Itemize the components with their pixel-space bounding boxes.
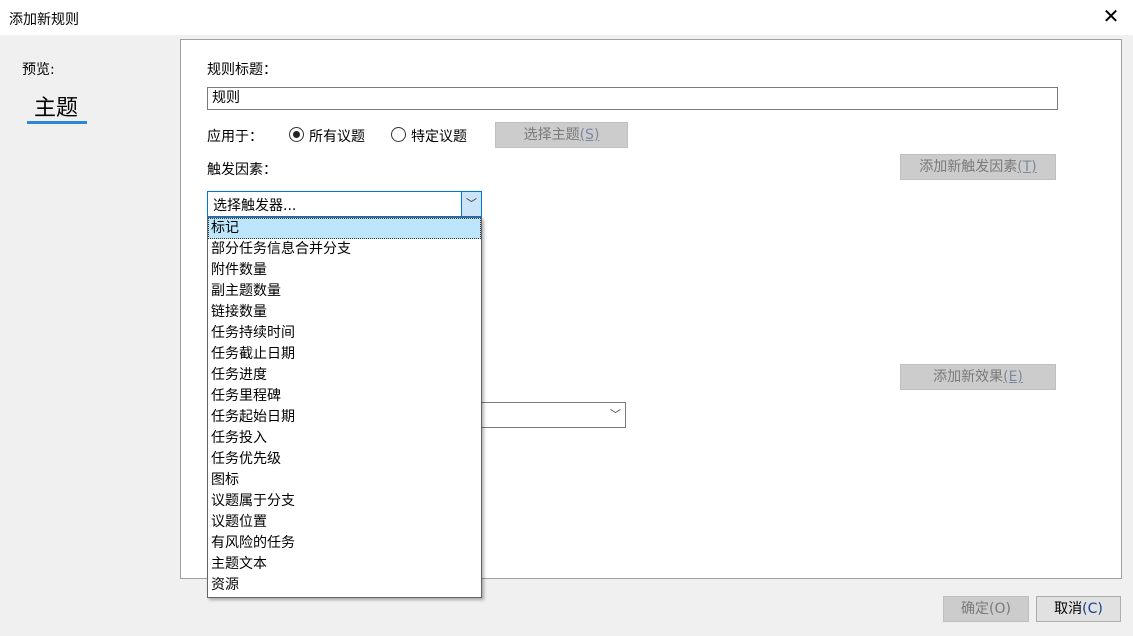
trigger-option[interactable]: 议题属于分支 [208,491,481,512]
radio-specific-topics[interactable] [391,127,406,142]
preview-theme: 主题 [34,90,78,122]
select-topic-key: (S) [580,127,600,143]
trigger-option[interactable]: 议题位置 [208,512,481,533]
trigger-dropdown-list: 标记部分任务信息合并分支附件数量副主题数量链接数量任务持续时间任务截止日期任务进… [207,217,482,598]
ok-button[interactable]: 确定(O) [943,596,1029,622]
trigger-option[interactable]: 任务起始日期 [208,407,481,428]
preview-underline [27,121,87,124]
select-topic-button[interactable]: 选择主题(S) [495,122,628,148]
cancel-label: 取消 [1054,601,1082,617]
trigger-option[interactable]: 部分任务信息合并分支 [208,239,481,260]
trigger-option[interactable]: 链接数量 [208,302,481,323]
ok-key: (O) [989,601,1011,617]
add-effect-key: (E) [1003,369,1023,385]
trigger-option[interactable]: 附件数量 [208,260,481,281]
trigger-option[interactable]: 任务截止日期 [208,344,481,365]
trigger-option[interactable]: 主题文本 [208,554,481,575]
close-icon[interactable]: ✕ [1100,4,1122,28]
trigger-option[interactable]: 任务优先级 [208,449,481,470]
trigger-option[interactable]: 任务持续时间 [208,323,481,344]
rule-title-label: 规则标题： [207,59,277,79]
chevron-down-icon: ﹀ [610,406,621,422]
add-effect-label: 添加新效果 [933,369,1003,385]
add-trigger-label: 添加新触发因素 [919,159,1017,175]
radio-all-topics[interactable] [289,127,304,142]
rule-title-input[interactable]: 规则 [207,87,1058,110]
trigger-option[interactable]: 任务进度 [208,365,481,386]
trigger-option[interactable]: 标记 [208,218,481,239]
radio-specific-label: 特定议题 [411,126,467,146]
trigger-option[interactable]: 副主题数量 [208,281,481,302]
add-trigger-button[interactable]: 添加新触发因素(T) [900,154,1056,180]
trigger-option[interactable]: 任务里程碑 [208,386,481,407]
trigger-combo[interactable]: 选择触发器... ﹀ [207,191,482,217]
chevron-down-icon[interactable]: ﹀ [461,192,481,216]
apply-label: 应用于： [207,126,263,146]
trigger-combo-text: 选择触发器... [213,195,296,215]
dialog-title: 添加新规则 [9,9,79,29]
title-bar [0,0,1133,35]
preview-label: 预览: [22,59,55,79]
trigger-option[interactable]: 资源 [208,575,481,596]
radio-all-label: 所有议题 [309,126,365,146]
cancel-button[interactable]: 取消(C) [1036,596,1121,622]
trigger-option[interactable]: 图标 [208,470,481,491]
trigger-label: 触发因素： [207,159,277,179]
ok-label: 确定 [961,601,989,617]
add-trigger-key: (T) [1017,159,1036,175]
trigger-option[interactable]: 有风险的任务 [208,533,481,554]
add-effect-button[interactable]: 添加新效果(E) [900,364,1056,390]
cancel-key: (C) [1082,601,1103,617]
trigger-option[interactable]: 任务投入 [208,428,481,449]
select-topic-label: 选择主题 [524,127,580,143]
effect-combo[interactable]: ﹀ [470,402,626,428]
